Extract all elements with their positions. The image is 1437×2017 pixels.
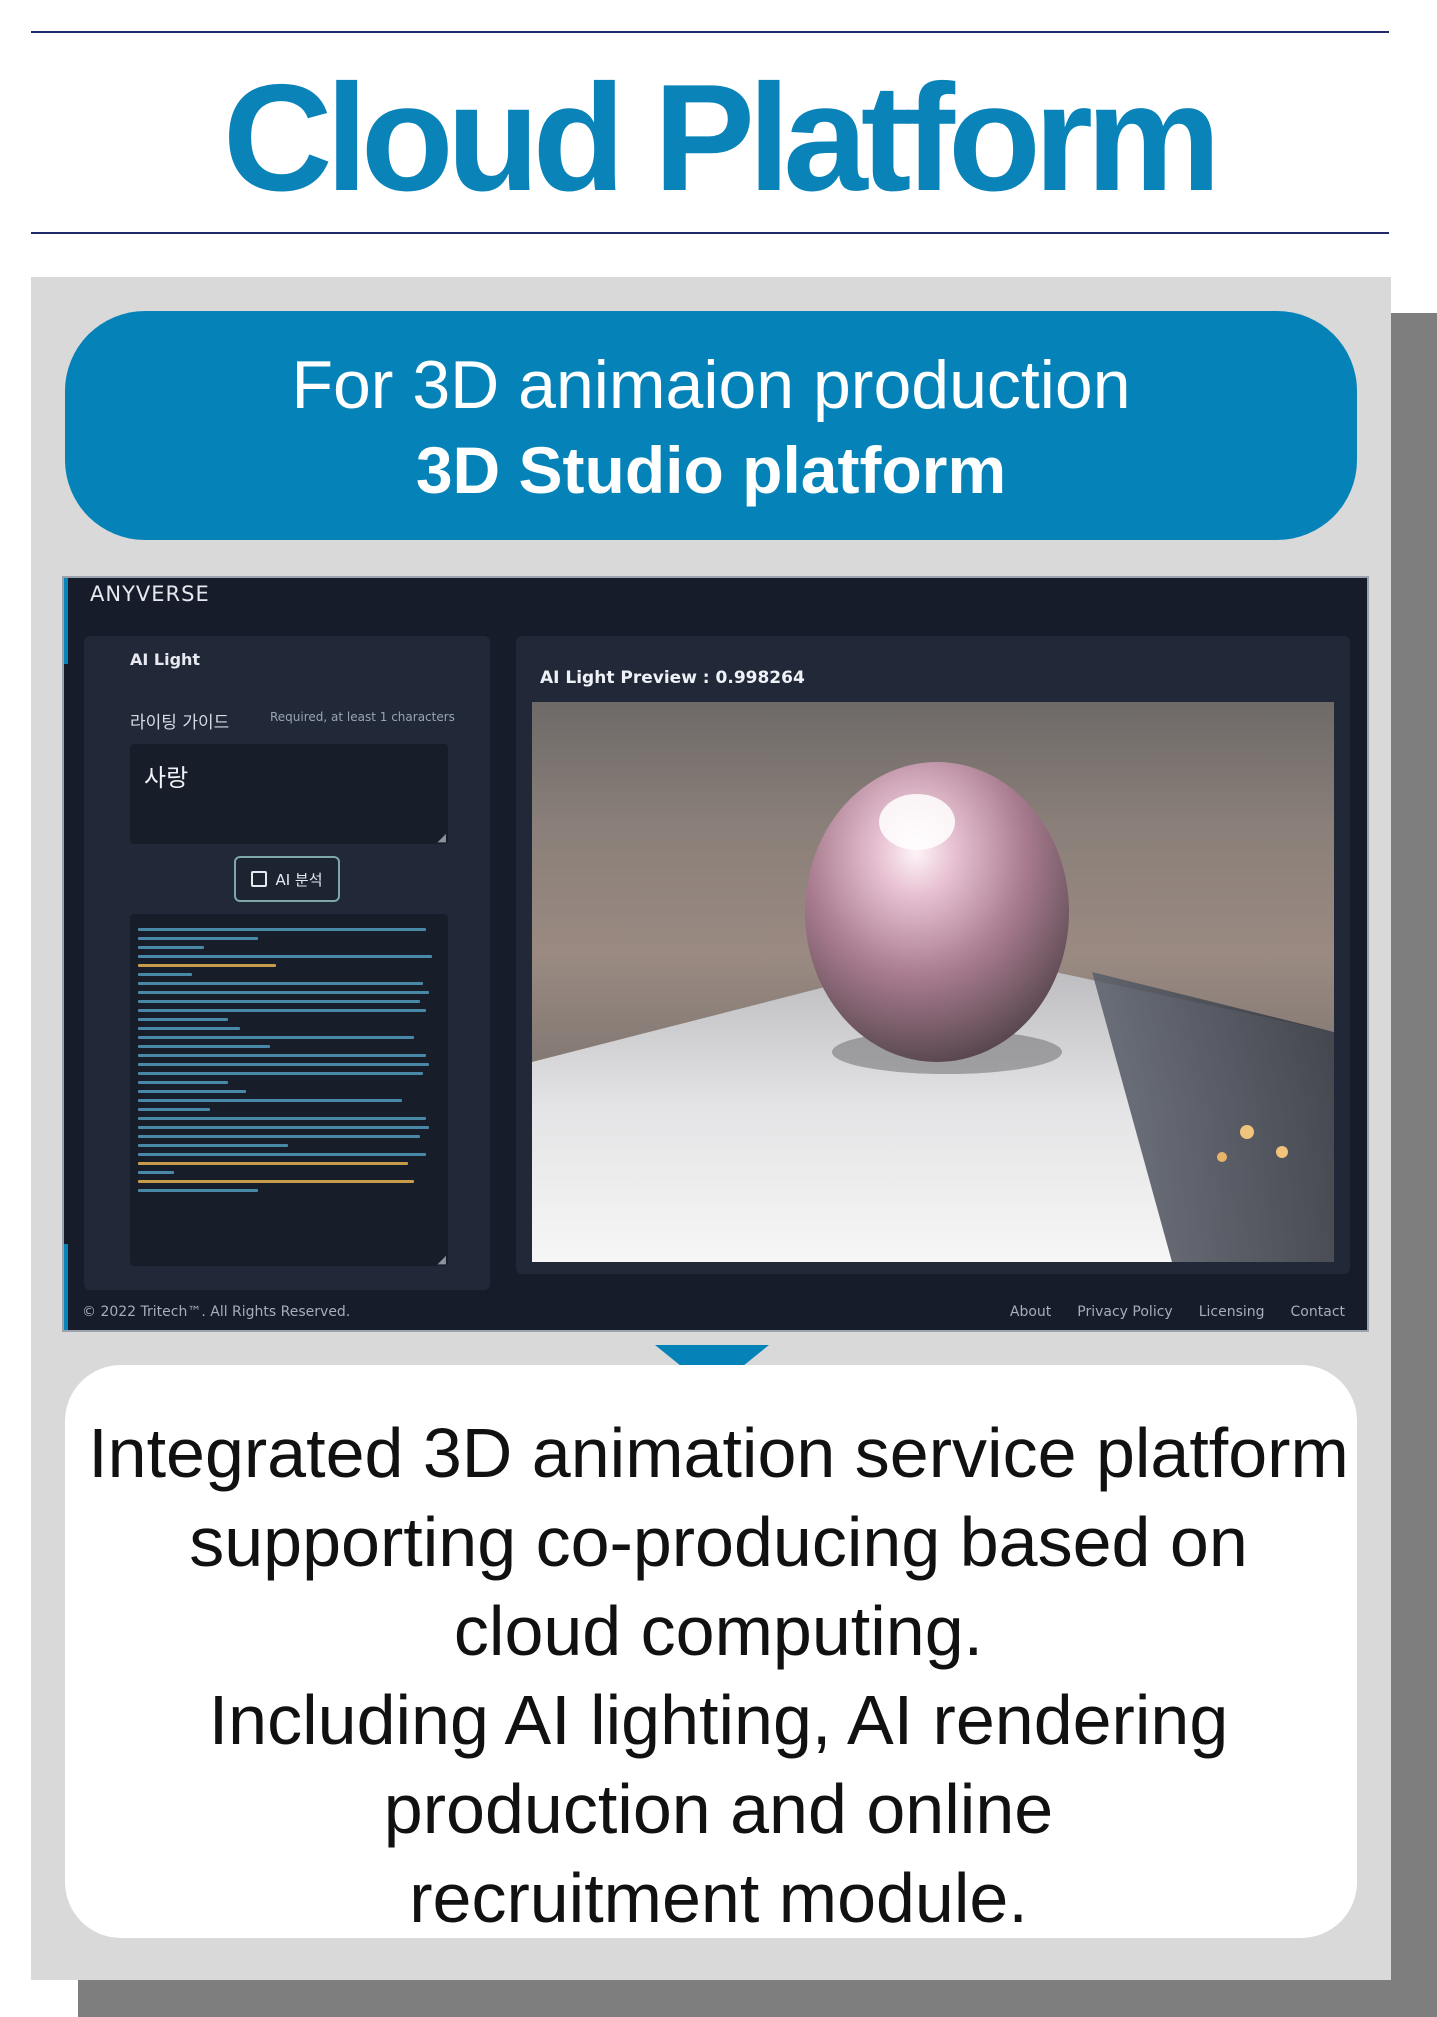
top-divider bbox=[31, 31, 1389, 33]
chip-icon bbox=[251, 871, 268, 887]
ai-analyze-label: AI 분석 bbox=[275, 870, 323, 889]
app-brand: ANYVERSE bbox=[90, 582, 210, 606]
log-line bbox=[138, 1162, 408, 1165]
log-line bbox=[138, 928, 426, 931]
preview-panel: AI Light Preview : 0.998264 bbox=[516, 636, 1350, 1274]
lighting-guide-input[interactable]: 사랑 ◢ bbox=[130, 744, 448, 844]
preview-label: AI Light Preview : 0.998264 bbox=[540, 668, 805, 688]
resize-handle-icon[interactable]: ◢ bbox=[438, 831, 446, 844]
log-line bbox=[138, 1144, 288, 1147]
bottom-divider bbox=[31, 232, 1389, 234]
console-log[interactable]: ◢ bbox=[130, 914, 448, 1266]
footer-link-licensing[interactable]: Licensing bbox=[1199, 1304, 1265, 1320]
log-line bbox=[138, 1126, 429, 1129]
log-line bbox=[138, 1045, 270, 1048]
log-line bbox=[138, 1036, 414, 1039]
light-dot bbox=[1217, 1152, 1227, 1162]
lighting-guide-value: 사랑 bbox=[144, 764, 189, 792]
log-line bbox=[138, 1180, 414, 1183]
log-line bbox=[138, 1081, 228, 1084]
banner-subtitle: For 3D animaion production bbox=[291, 347, 1131, 423]
log-line bbox=[138, 1090, 246, 1093]
log-line bbox=[138, 1153, 426, 1156]
copyright-text: © 2022 Tritech™. All Rights Reserved. bbox=[82, 1304, 351, 1320]
log-line bbox=[138, 1018, 228, 1021]
lighting-guide-hint: Required, at least 1 characters bbox=[270, 710, 455, 724]
resize-handle-icon[interactable]: ◢ bbox=[438, 1253, 446, 1266]
log-line bbox=[138, 991, 429, 994]
edge-accent-top bbox=[64, 578, 68, 664]
ai-analyze-button[interactable]: AI 분석 bbox=[234, 856, 340, 902]
page-title: Cloud Platform bbox=[222, 53, 1221, 223]
light-dot bbox=[1240, 1125, 1254, 1139]
log-line bbox=[138, 1171, 174, 1174]
log-line bbox=[138, 937, 258, 940]
render-preview-image bbox=[532, 702, 1334, 1262]
banner-title: 3D Studio platform bbox=[415, 433, 1007, 507]
log-line bbox=[138, 946, 204, 949]
footer-link-contact[interactable]: Contact bbox=[1291, 1304, 1345, 1320]
log-line bbox=[138, 973, 192, 976]
log-line bbox=[138, 1117, 426, 1120]
panel-title: AI Light bbox=[130, 650, 201, 669]
log-line bbox=[138, 982, 423, 985]
render-scene bbox=[532, 762, 1334, 1262]
ai-light-panel: AI Light 라이팅 가이드 Required, at least 1 ch… bbox=[84, 636, 490, 1290]
log-line bbox=[138, 1009, 426, 1012]
log-line bbox=[138, 1027, 240, 1030]
log-line bbox=[138, 1063, 429, 1066]
sphere-highlight bbox=[879, 794, 955, 850]
edge-accent-bottom bbox=[64, 1244, 68, 1330]
log-line bbox=[138, 1072, 423, 1075]
log-line bbox=[138, 1135, 420, 1138]
log-line bbox=[138, 1189, 258, 1192]
log-line bbox=[138, 1108, 210, 1111]
app-screenshot: ANYVERSE AI Light 라이팅 가이드 Required, at l… bbox=[62, 576, 1369, 1332]
description-text: Integrated 3D animation service platform… bbox=[88, 1414, 1349, 1937]
log-line bbox=[138, 964, 276, 967]
log-line bbox=[138, 1099, 402, 1102]
log-line bbox=[138, 955, 432, 958]
log-line bbox=[138, 1000, 420, 1003]
footer-link-about[interactable]: About bbox=[1010, 1304, 1051, 1320]
footer-links: About Privacy Policy Licensing Contact bbox=[1010, 1304, 1345, 1320]
log-line bbox=[138, 1054, 426, 1057]
light-dot bbox=[1276, 1146, 1288, 1158]
platform-banner: For 3D animaion production 3D Studio pla… bbox=[65, 311, 1357, 540]
lighting-guide-label: 라이팅 가이드 bbox=[130, 713, 230, 733]
footer-link-privacy[interactable]: Privacy Policy bbox=[1077, 1304, 1172, 1320]
